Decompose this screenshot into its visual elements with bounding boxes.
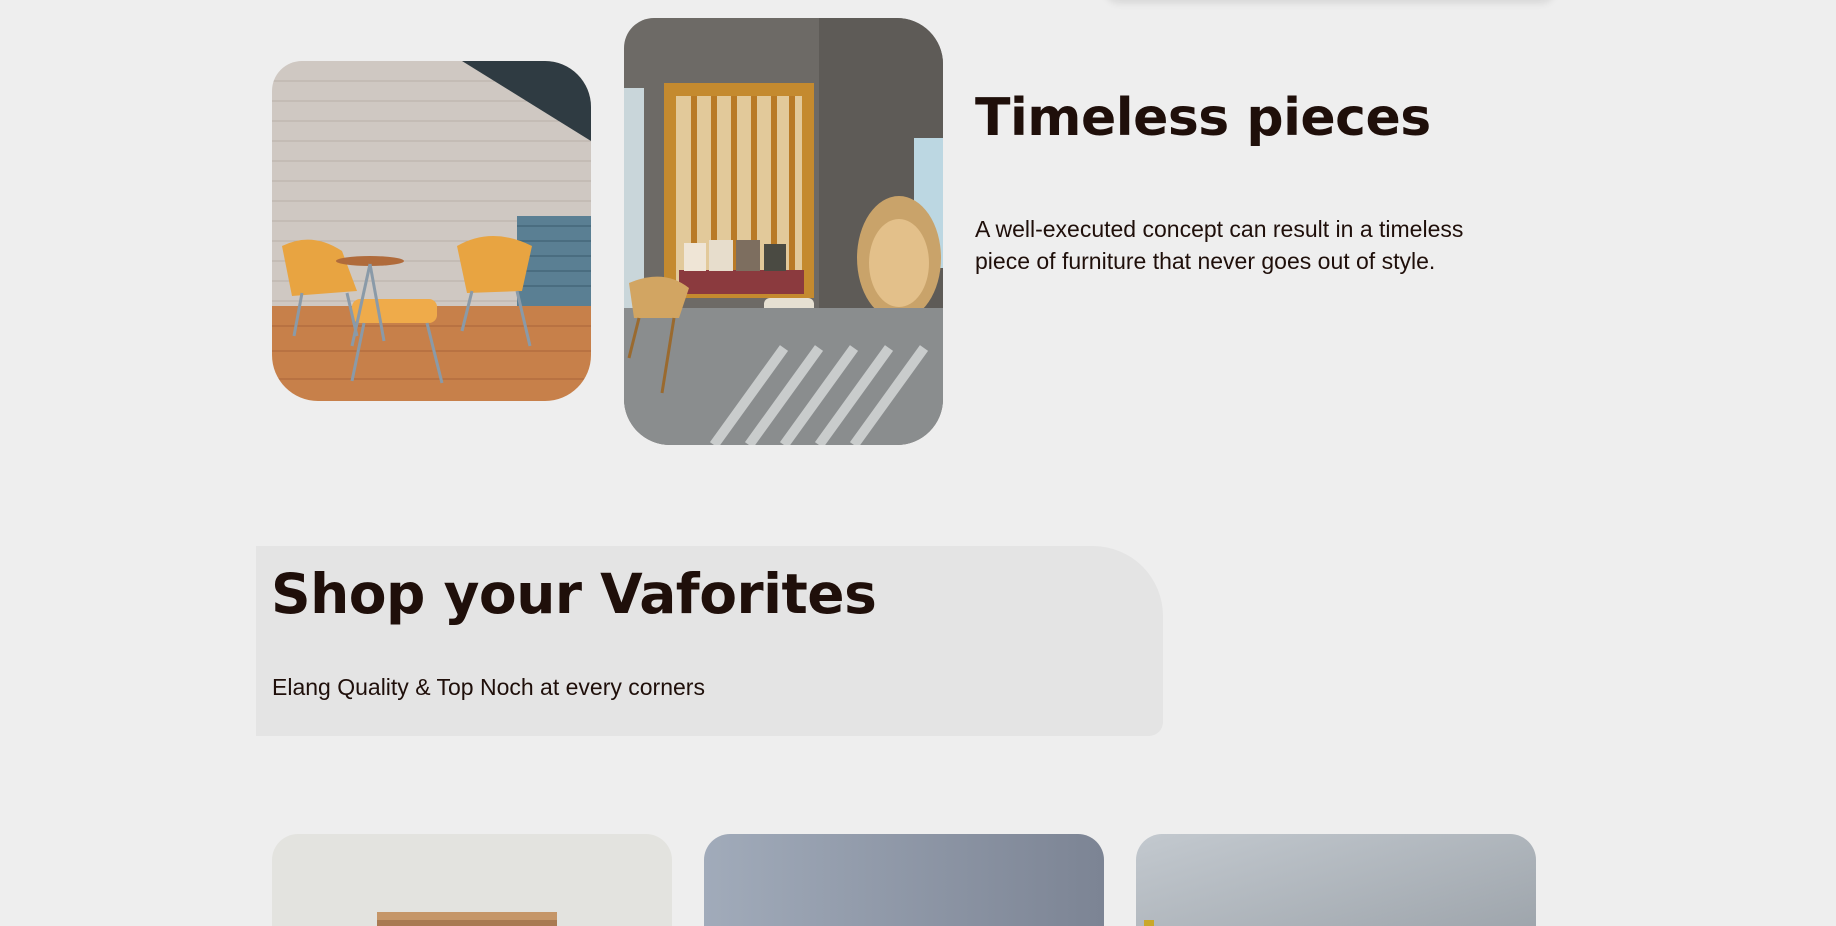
product-card-2[interactable] bbox=[704, 834, 1104, 926]
lounge-chairs-image bbox=[272, 61, 591, 401]
timeless-description: A well-executed concept can result in a … bbox=[975, 216, 1464, 274]
product-image-2 bbox=[704, 834, 1104, 926]
shop-subtitle: Elang Quality & Top Noch at every corner… bbox=[272, 674, 705, 700]
product-image-3 bbox=[1136, 834, 1536, 926]
timeless-title: Timeless pieces bbox=[975, 88, 1431, 148]
product-card-3[interactable] bbox=[1136, 834, 1536, 926]
product-image-1 bbox=[272, 834, 672, 926]
product-card-1[interactable] bbox=[272, 834, 672, 926]
window-seat-image bbox=[624, 18, 943, 445]
shop-title: Shop your Vaforites bbox=[271, 562, 877, 626]
